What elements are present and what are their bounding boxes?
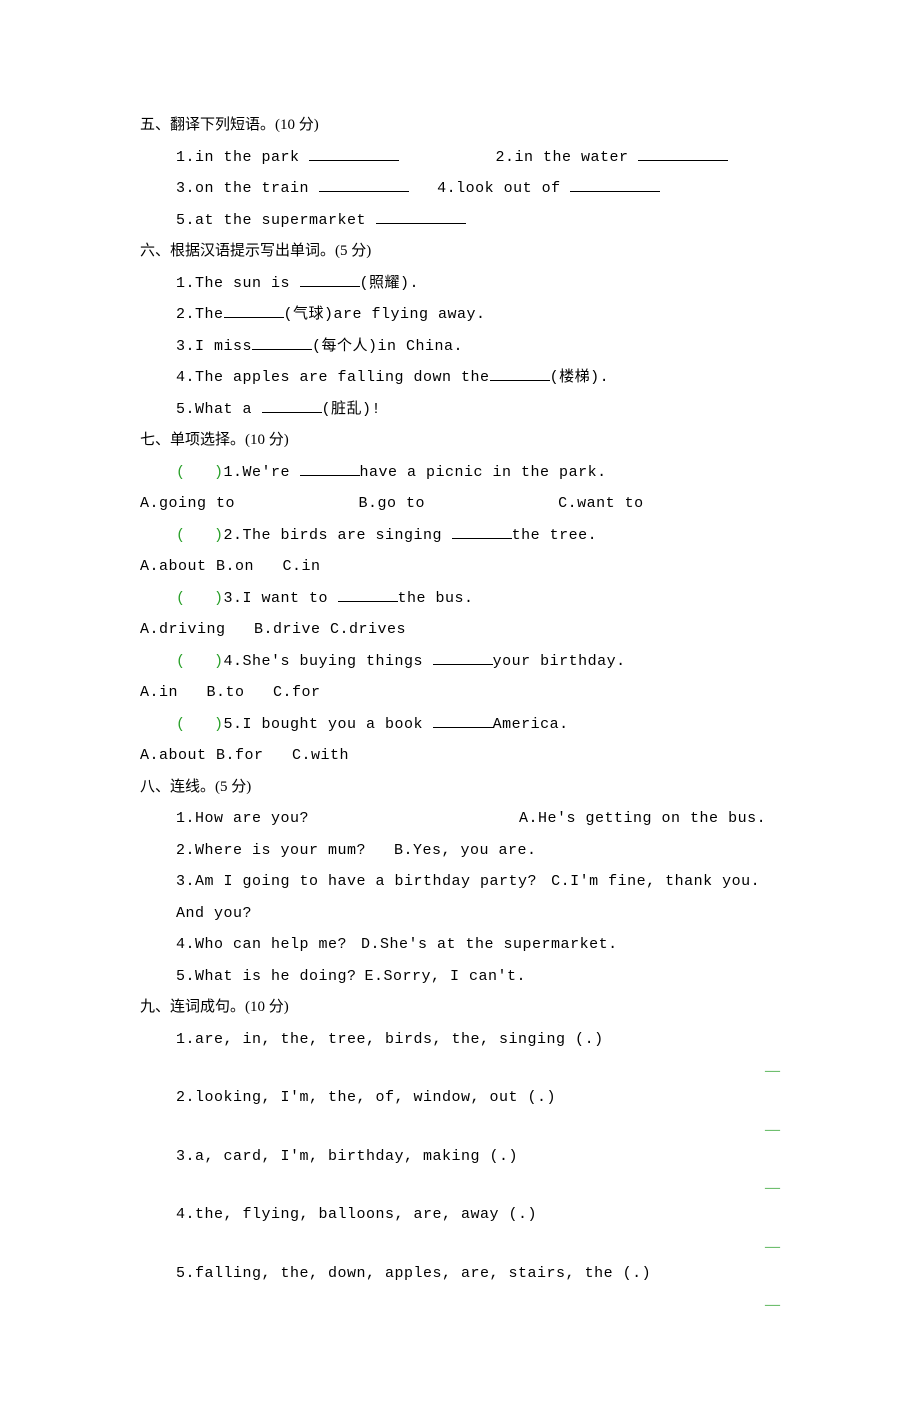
s6-hint: (照耀). (360, 275, 420, 292)
section-5-row-3: 5.at the supermarket (140, 205, 780, 237)
s6-hint: (脏乱)! (322, 401, 382, 418)
blank[interactable] (300, 271, 360, 287)
s6-item: 4.The apples are falling down the (楼梯). (176, 362, 780, 394)
s7-question: ( )2.The birds are singing the tree. (140, 520, 780, 552)
s7-options: A.about B.for C.with (140, 740, 780, 772)
s5-item-4: 4.look out of (437, 180, 561, 197)
answer-dash[interactable]: — (140, 1120, 780, 1141)
choice-paren[interactable]: ( ) (176, 716, 224, 733)
choice-paren[interactable]: ( ) (176, 590, 224, 607)
section-9-heading: 九、连词成句。(10 分) (140, 992, 780, 1024)
s9-item: 5.falling, the, down, apples, are, stair… (140, 1258, 780, 1290)
s7-question: ( )3.I want to the bus. (140, 583, 780, 615)
s7-question: ( )1.We're have a picnic in the park. (140, 457, 780, 489)
s8-left: 1.How are you? (176, 810, 309, 827)
s7-options: A.in B.to C.for (140, 677, 780, 709)
s6-pre: 1.The sun is (176, 275, 300, 292)
s9-item: 2.looking, I'm, the, of, window, out (.) (140, 1082, 780, 1114)
s7-options: A.driving B.drive C.drives (140, 614, 780, 646)
s8-left: 5.What is he doing? (176, 968, 357, 985)
blank[interactable] (262, 397, 322, 413)
blank[interactable] (452, 523, 512, 539)
answer-dash[interactable]: — (140, 1178, 780, 1199)
s7-qend: the tree. (512, 527, 598, 544)
s7-question: ( )5.I bought you a book America. (140, 709, 780, 741)
s7-qend: America. (493, 716, 569, 733)
answer-dash[interactable]: — (140, 1295, 780, 1316)
blank[interactable] (319, 176, 409, 192)
s9-item: 4.the, flying, balloons, are, away (.) (140, 1199, 780, 1231)
s8-row: 3.Am I going to have a birthday party?C.… (176, 866, 780, 929)
s6-hint: (楼梯). (550, 369, 610, 386)
s6-pre: 2.The (176, 306, 224, 323)
s8-left: 2.Where is your mum? (176, 842, 366, 859)
s7-qend: have a picnic in the park. (360, 464, 607, 481)
s6-hint: (每个人)in China. (312, 338, 463, 355)
s8-row: 1.How are you? A.He's getting on the bus. (176, 803, 780, 835)
blank[interactable] (433, 712, 493, 728)
choice-paren[interactable]: ( ) (176, 527, 224, 544)
s6-item: 5.What a (脏乱)! (176, 394, 780, 426)
s9-item: 1.are, in, the, tree, birds, the, singin… (140, 1024, 780, 1056)
s8-row: 2.Where is your mum? B.Yes, you are. (176, 835, 780, 867)
section-8-heading: 八、连线。(5 分) (140, 772, 780, 804)
s6-pre: 3.I miss (176, 338, 252, 355)
s6-item: 1.The sun is (照耀). (176, 268, 780, 300)
s8-right: D.She's at the supermarket. (361, 936, 618, 953)
s6-item: 3.I miss (每个人)in China. (176, 331, 780, 363)
section-6-heading: 六、根据汉语提示写出单词。(5 分) (140, 236, 780, 268)
blank[interactable] (376, 208, 466, 224)
blank[interactable] (252, 334, 312, 350)
answer-dash[interactable]: — (140, 1061, 780, 1082)
answer-dash[interactable]: — (140, 1237, 780, 1258)
s8-right: B.Yes, you are. (394, 842, 537, 859)
s7-qtext: 4.She's buying things (224, 653, 433, 670)
blank[interactable] (300, 460, 360, 476)
s7-qtext: 1.We're (224, 464, 300, 481)
blank[interactable] (433, 649, 493, 665)
s7-qtext: 2.The birds are singing (224, 527, 452, 544)
s7-qend: your birthday. (493, 653, 626, 670)
s6-item: 2.The (气球)are flying away. (176, 299, 780, 331)
s6-pre: 4.The apples are falling down the (176, 369, 490, 386)
s8-right: A.He's getting on the bus. (519, 810, 766, 827)
section-5-row-2: 3.on the train 4.look out of (140, 173, 780, 205)
s7-question: ( )4.She's buying things your birthday. (140, 646, 780, 678)
s7-options: A.about B.on C.in (140, 551, 780, 583)
s5-item-5: 5.at the supermarket (176, 212, 366, 229)
blank[interactable] (490, 365, 550, 381)
s7-qend: the bus. (398, 590, 474, 607)
blank[interactable] (338, 586, 398, 602)
s7-qtext: 5.I bought you a book (224, 716, 433, 733)
s7-qtext: 3.I want to (224, 590, 338, 607)
s5-item-3: 3.on the train (176, 180, 309, 197)
choice-paren[interactable]: ( ) (176, 653, 224, 670)
blank[interactable] (638, 145, 728, 161)
s8-left: 3.Am I going to have a birthday party? (176, 873, 537, 890)
s9-item: 3.a, card, I'm, birthday, making (.) (140, 1141, 780, 1173)
s8-row: 4.Who can help me? D.She's at the superma… (176, 929, 780, 961)
s6-hint: (气球)are flying away. (284, 306, 486, 323)
s5-item-2: 2.in the water (496, 149, 629, 166)
section-5-heading: 五、翻译下列短语。(10 分) (140, 110, 780, 142)
s6-pre: 5.What a (176, 401, 262, 418)
s5-item-1: 1.in the park (176, 149, 300, 166)
blank[interactable] (224, 302, 284, 318)
s7-options: A.going to B.go to C.want to (140, 488, 780, 520)
section-7-heading: 七、单项选择。(10 分) (140, 425, 780, 457)
s8-left: 4.Who can help me? (176, 936, 347, 953)
blank[interactable] (570, 176, 660, 192)
choice-paren[interactable]: ( ) (176, 464, 224, 481)
blank[interactable] (309, 145, 399, 161)
section-5-row-1: 1.in the park 2.in the water (140, 142, 780, 174)
s8-right: E.Sorry, I can't. (365, 968, 527, 985)
s8-row: 5.What is he doing? E.Sorry, I can't. (176, 961, 780, 993)
